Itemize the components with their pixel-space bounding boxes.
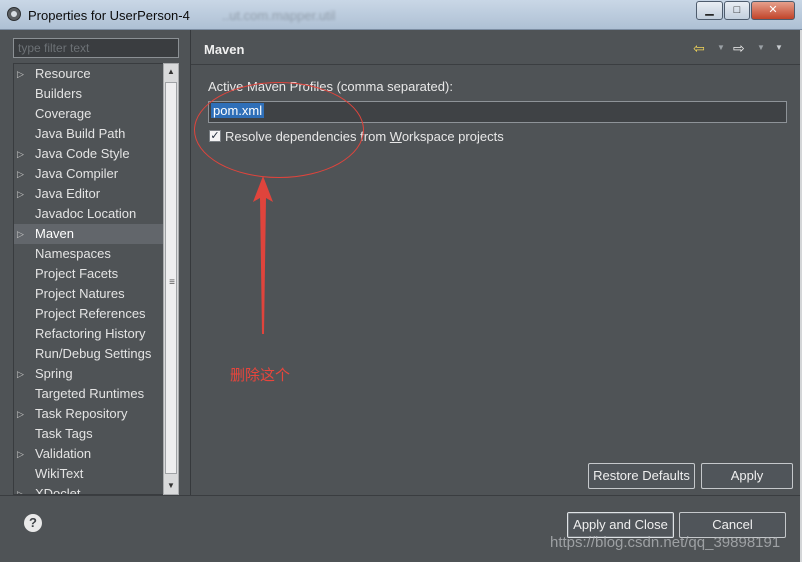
sidebar-item-project-facets[interactable]: Project Facets (14, 264, 163, 284)
scroll-down-arrow-icon[interactable]: ▼ (164, 479, 178, 493)
sidebar-item-label: Targeted Runtimes (35, 386, 145, 401)
sidebar-item-coverage[interactable]: Coverage (14, 104, 163, 124)
apply-button[interactable]: Apply (701, 463, 793, 489)
sidebar-item-label: Builders (35, 86, 82, 101)
sidebar-item-label: Project Natures (35, 286, 125, 301)
sidebar-item-validation[interactable]: ▷ Validation (14, 444, 163, 464)
close-button[interactable]: ✕ (751, 1, 795, 20)
property-page-tree[interactable]: ▷ Resource Builders Coverage Java Build Path… (13, 63, 163, 495)
sidebar-item-java-code-style[interactable]: ▷ Java Code Style (14, 144, 163, 164)
sidebar-item-label: Maven (35, 226, 75, 241)
sidebar-item-label: Project Facets (35, 266, 119, 281)
sidebar-item-label: Run/Debug Settings (35, 346, 152, 361)
sidebar-item-label: Java Code Style (35, 146, 130, 161)
window-title: Properties for UserPerson-4 (28, 8, 190, 23)
sidebar-item-run-debug-settings[interactable]: Run/Debug Settings (14, 344, 163, 364)
annotation-text: 删除这个 (230, 366, 291, 384)
view-menu-icon[interactable]: ▼ (775, 43, 783, 52)
sidebar-item-label: Refactoring History (35, 326, 146, 341)
title-bar: Properties for UserPerson-4 ..ut.com.map… (0, 0, 802, 30)
sidebar-item-javadoc-location[interactable]: Javadoc Location (14, 204, 163, 224)
scroll-thumb[interactable]: ≡ (165, 82, 177, 474)
sidebar-item-label: Coverage (35, 106, 92, 121)
sidebar-item-label: Validation (35, 446, 92, 461)
scroll-up-arrow-icon[interactable]: ▲ (164, 65, 178, 79)
restore-defaults-button[interactable]: Restore Defaults (588, 463, 695, 489)
window-title-ghost: ..ut.com.mapper.util (222, 8, 336, 23)
sidebar-item-targeted-runtimes[interactable]: Targeted Runtimes (14, 384, 163, 404)
watermark-text: https://blog.csdn.net/qq_39898191 (550, 534, 781, 551)
sidebar-item-label: Java Compiler (35, 166, 119, 181)
sidebar-item-label: WikiText (35, 466, 84, 481)
expand-chevron-icon[interactable]: ▷ (17, 444, 27, 464)
sidebar-item-label: Namespaces (35, 246, 111, 261)
annotation-ellipse (194, 82, 364, 178)
expand-chevron-icon[interactable]: ▷ (17, 364, 27, 384)
expand-chevron-icon[interactable]: ▷ (17, 144, 27, 164)
sidebar-item-builders[interactable]: Builders (14, 84, 163, 104)
sidebar-item-java-editor[interactable]: ▷ Java Editor (14, 184, 163, 204)
sidebar-item-project-natures[interactable]: Project Natures (14, 284, 163, 304)
expand-chevron-icon[interactable]: ▷ (17, 184, 27, 204)
minimize-button[interactable]: ▁ (696, 1, 723, 20)
sidebar-item-label: XDoclet (35, 486, 81, 495)
sidebar-item-project-references[interactable]: Project References (14, 304, 163, 324)
expand-chevron-icon[interactable]: ▷ (17, 64, 27, 84)
sidebar-item-label: Javadoc Location (35, 206, 137, 221)
page-title: Maven (204, 42, 245, 57)
expand-chevron-icon[interactable]: ▷ (17, 164, 27, 184)
sidebar-item-label: Task Tags (35, 426, 93, 441)
sidebar-item-label: Project References (35, 306, 146, 321)
sidebar-item-maven[interactable]: ▷ Maven (14, 224, 163, 244)
sidebar-item-task-tags[interactable]: Task Tags (14, 424, 163, 444)
sidebar-item-label: Java Build Path (35, 126, 126, 141)
maximize-button[interactable]: □ (724, 1, 750, 20)
sidebar-item-spring[interactable]: ▷ Spring (14, 364, 163, 384)
scroll-grip-icon: ≡ (169, 277, 175, 288)
back-arrow-icon[interactable]: ⇦ (693, 40, 705, 56)
sidebar-item-label: Task Repository (35, 406, 128, 421)
expand-chevron-icon[interactable]: ▷ (17, 404, 27, 424)
help-icon[interactable]: ? (24, 514, 42, 532)
sidebar-item-label: Spring (35, 366, 73, 381)
back-dropdown-icon[interactable]: ▼ (717, 43, 725, 52)
sidebar-item-xdoclet[interactable]: ▷ XDoclet (14, 484, 163, 495)
forward-arrow-icon[interactable]: ⇨ (733, 40, 745, 56)
sidebar-item-task-repository[interactable]: ▷ Task Repository (14, 404, 163, 424)
sidebar-item-java-compiler[interactable]: ▷ Java Compiler (14, 164, 163, 184)
page-header: Maven ⇦ ▼ ⇨ ▼ ▼ (191, 30, 802, 65)
expand-chevron-icon[interactable]: ▷ (17, 224, 27, 244)
eclipse-gear-icon (7, 7, 21, 21)
sidebar-item-java-build-path[interactable]: Java Build Path (14, 124, 163, 144)
sidebar-item-resource[interactable]: ▷ Resource (14, 64, 163, 84)
sidebar-item-label: Resource (35, 66, 91, 81)
annotation-arrow-icon (253, 176, 273, 334)
sidebar-item-wikitext[interactable]: WikiText (14, 464, 163, 484)
tree-scrollbar[interactable]: ▲ ≡ ▼ (163, 63, 179, 495)
sidebar-item-refactoring-history[interactable]: Refactoring History (14, 324, 163, 344)
forward-dropdown-icon[interactable]: ▼ (757, 43, 765, 52)
panel-divider[interactable] (190, 30, 191, 495)
sidebar-item-namespaces[interactable]: Namespaces (14, 244, 163, 264)
sidebar-item-label: Java Editor (35, 186, 101, 201)
expand-chevron-icon[interactable]: ▷ (17, 484, 27, 494)
footer-divider (0, 495, 802, 496)
filter-input[interactable] (13, 38, 179, 58)
